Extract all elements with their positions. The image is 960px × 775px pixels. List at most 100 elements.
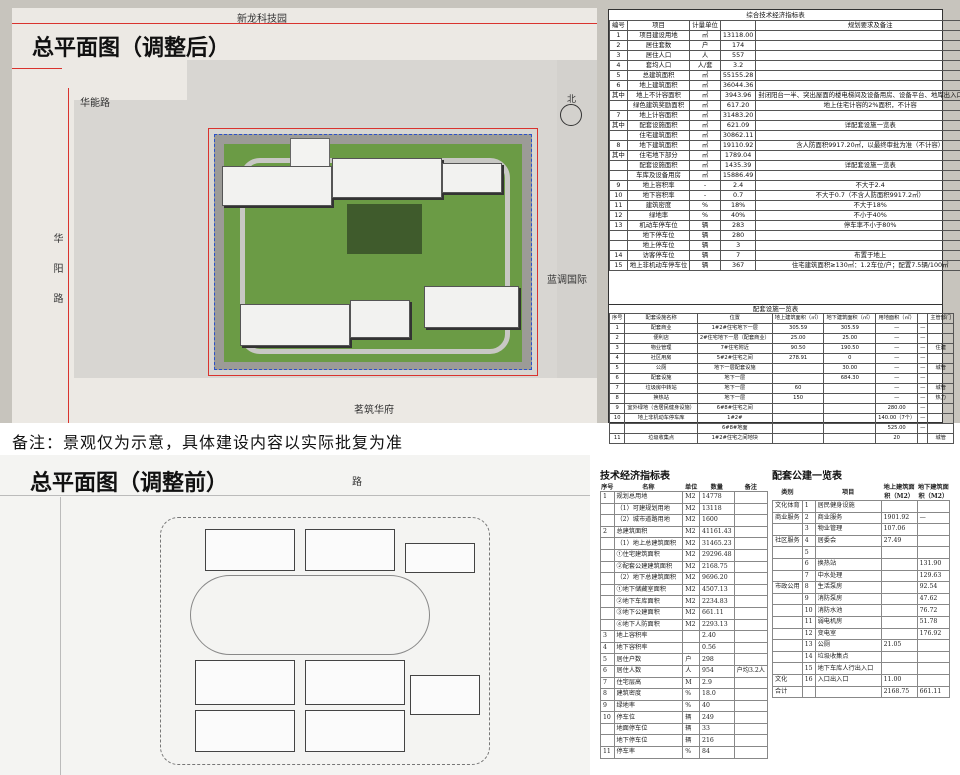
tech-table: 综合技术经济指标表 编号 项目 计量单位 规划要求及备注 1 项目建设用地㎡ 13118.… (608, 9, 960, 306)
road-label: 茗筑华府 (354, 405, 394, 416)
table-cell: — (916, 511, 951, 525)
table-cell: 90.50 (771, 343, 825, 354)
table-cell: 不大于18% (755, 200, 960, 211)
table-cell (927, 353, 955, 364)
table-cell: ㎡ (689, 100, 721, 111)
table-cell: 280.00 (875, 403, 919, 414)
table-cell: 280 (719, 230, 757, 241)
table-cell: 户 (689, 40, 721, 51)
table-cell: 绿地率 (626, 210, 691, 221)
table-cell: 190.50 (823, 343, 877, 354)
table-row: 9 室外绿地（含居民健身设施） 6#8#住宅之间 280.00— (608, 403, 955, 414)
table-cell: 辆 (689, 260, 721, 271)
table-cell: 40% (719, 210, 757, 221)
table-cell: 地下一层 (696, 393, 773, 404)
table-cell: — (917, 373, 929, 384)
old-building-3 (405, 543, 475, 573)
table-cell: 建筑密度 (626, 200, 691, 211)
road-edge (60, 497, 61, 775)
table-cell (609, 170, 628, 181)
table-cell (917, 433, 929, 444)
table-cell: 总建筑面积 (613, 525, 684, 539)
table-cell: 3 (608, 343, 626, 354)
table-cell (880, 662, 918, 675)
table-row: 绿色建筑奖励面积㎡ 617.20 地上住宅计容的2%面积，不计容 (609, 100, 960, 111)
table-cell: 住宅建筑面积≥130㎡：1.2车位/户；配置7.5辆/100㎡ (755, 260, 960, 271)
table-cell: — (875, 363, 919, 374)
table-header-row: 类别 项目 地上建筑面积（M2） 地下建筑面积（M2） (773, 482, 950, 501)
table-cell: 社区用房 (624, 353, 698, 364)
table-cell: 617.20 (719, 100, 757, 111)
table-cell (755, 80, 960, 91)
table-cell: 10 (609, 190, 628, 201)
table-cell: 地下一层配套设施 (696, 363, 773, 374)
table-cell: 10 (608, 413, 626, 424)
table-cell: % (689, 210, 721, 221)
table-cell (600, 572, 615, 585)
table-cell: 6#8#地面 (696, 423, 773, 434)
table-cell (733, 676, 769, 690)
table-cell: 13118 (699, 502, 735, 516)
table-cell: 11 (801, 615, 816, 629)
table-cell (600, 722, 615, 736)
old-facility-table: 配套公建一览表 类别 项目 地上建筑面积（M2） 地下建筑面积（M2） 文化体育 1 居民… (772, 467, 951, 699)
table-cell: 4 (801, 534, 816, 548)
table-cell (600, 548, 615, 562)
table-cell: 36044.36 (719, 80, 757, 91)
table-cell: 1 (600, 491, 615, 504)
table-cell (772, 639, 803, 652)
table-cell: M2 (682, 572, 701, 585)
table-cell: 9 (608, 403, 626, 414)
table-cell: 居住套数 (626, 40, 691, 51)
table-cell: 150 (771, 393, 825, 404)
table-cell: ㎡ (689, 150, 721, 161)
road-label: 华阳路 (51, 233, 62, 323)
table-row: 6#8#地面 525.00— (608, 423, 955, 434)
table-cell: ㎡ (689, 120, 721, 131)
table-cell: 户 (682, 653, 701, 666)
column-header (917, 313, 929, 324)
table-cell: 居住户数 (613, 653, 684, 666)
table-cell: 配套设施面积 (626, 160, 691, 171)
table-cell (733, 641, 769, 655)
table-row: 15 地下车库人行出入口 (772, 662, 951, 675)
table-cell: 地下容积率 (613, 641, 684, 655)
table-row: 12 绿地率% 40% 不小于40% (609, 210, 960, 221)
table-cell: 地上非机动车停车位 (626, 260, 691, 271)
table-cell: M2 (682, 548, 701, 562)
table-cell: 入口出入口 (814, 673, 882, 687)
table-row: 7 中水处理 129.63 (772, 569, 951, 583)
table-cell: M2 (682, 525, 701, 539)
table-cell: 283 (719, 220, 757, 231)
table-row: 7 地上计容面积㎡ 31483.20 (609, 110, 960, 121)
table-cell: - (689, 180, 721, 191)
table-cell: 地下一层 (696, 373, 773, 384)
table-cell: 7 (600, 676, 615, 690)
table-cell: — (917, 423, 929, 434)
table-cell: ㎡ (689, 160, 721, 171)
table-cell: 30862.11 (719, 130, 757, 141)
table-row: 车库及设备用房㎡ 15886.49 (609, 170, 960, 181)
table-cell: 3.2 (719, 60, 757, 71)
table-cell (733, 722, 769, 736)
building-1 (222, 166, 332, 206)
column-header: 单位 (684, 484, 698, 491)
table-cell: 7 (801, 569, 816, 583)
table-cell: - (689, 190, 721, 201)
table-cell: （1）地上总建筑面积 (613, 537, 684, 550)
table-cell: 中水处理 (814, 569, 882, 583)
table-cell: 详配套设施一览表 (755, 120, 960, 131)
table-cell: 社区服务 (772, 534, 803, 548)
table-cell: 9 (600, 699, 615, 713)
table-cell: 30.00 (823, 363, 877, 374)
table-cell: 消防水池 (814, 604, 882, 617)
old-building-6 (195, 710, 295, 752)
table-cell: 机动车停车位 (626, 220, 691, 231)
table-cell: 55155.28 (719, 70, 757, 81)
old-building-4 (195, 660, 295, 705)
table-cell (916, 639, 951, 652)
column-header: 地下建筑面积（㎡） (823, 313, 877, 324)
table-cell (771, 363, 825, 374)
table-cell: 居住人数 (613, 664, 684, 678)
table-cell: 6 (609, 80, 628, 91)
